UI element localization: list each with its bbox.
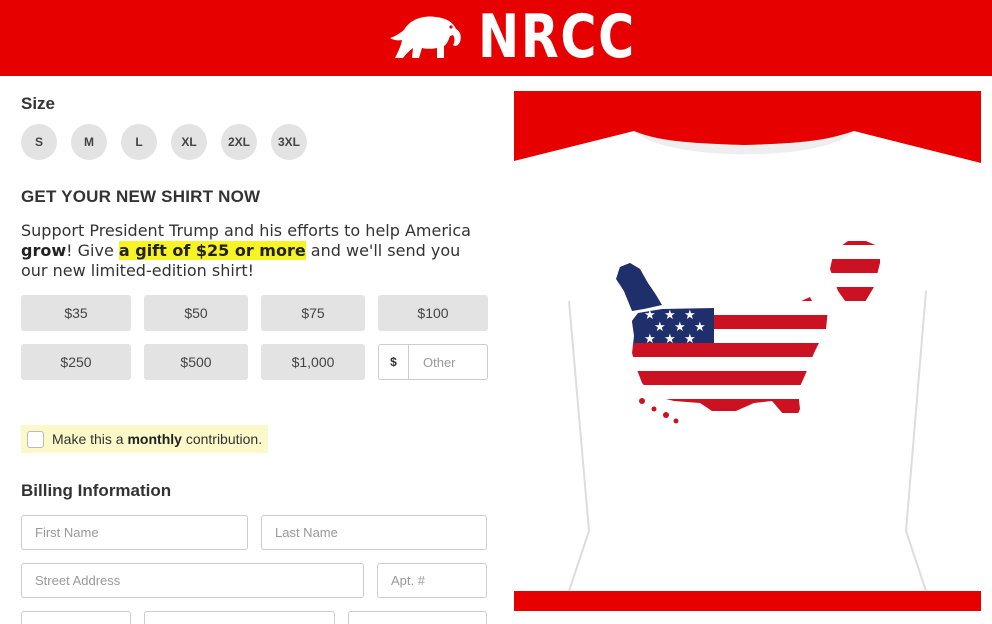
promo-description: Support President Trump and his efforts … [21,221,481,281]
amount-button-1000[interactable]: $1,000 [261,344,365,380]
promo-text-bold: grow [21,241,67,260]
svg-text:★: ★ [694,320,706,335]
size-option-m[interactable]: M [71,124,107,160]
first-name-field[interactable]: First Name [21,515,248,550]
monthly-text-1: Make this a [52,431,128,447]
promo-heading: GET YOUR NEW SHIRT NOW [21,187,261,206]
street-address-placeholder: Street Address [35,573,121,588]
amount-grid: $35 $50 $75 $100 $250 $500 $1,000 $ Othe… [21,295,488,380]
monthly-checkbox[interactable] [27,430,44,448]
logo-text: NRCC [478,2,636,72]
apt-placeholder: Apt. # [391,573,425,588]
last-name-placeholder: Last Name [275,525,338,540]
us-flag-map-tshirt-icon: ★ ★ ★ ★ ★ ★ ★ ★ ★ [514,91,981,611]
promo-highlight: a gift of $25 or more [118,241,306,260]
monthly-text-2: contribution. [181,431,263,447]
amount-button-100[interactable]: $100 [378,295,488,331]
size-option-2xl[interactable]: 2XL [221,124,257,160]
promo-text-2: ! Give [66,241,119,260]
amount-button-35[interactable]: $35 [21,295,131,331]
amount-button-75[interactable]: $75 [261,295,365,331]
donation-form: Size S M L XL 2XL 3XL GET YOUR NEW SHIRT… [21,76,491,624]
other-amount-input[interactable]: $ Other [378,344,488,380]
zip-field[interactable] [21,611,131,624]
street-address-field[interactable]: Street Address [21,563,364,598]
monthly-text-bold: monthly [127,431,182,447]
amount-button-50[interactable]: $50 [144,295,248,331]
size-label: Size [21,94,56,113]
size-option-s[interactable]: S [21,124,57,160]
elephant-icon [390,16,461,58]
state-field[interactable] [348,611,487,624]
monthly-label: Make this a monthly contribution. [52,431,262,447]
apt-field[interactable]: Apt. # [377,563,487,598]
monthly-contribution-option[interactable]: Make this a monthly contribution. [21,425,269,453]
currency-symbol: $ [379,345,409,379]
svg-text:★: ★ [644,332,656,347]
amount-button-250[interactable]: $250 [21,344,131,380]
product-image: ★ ★ ★ ★ ★ ★ ★ ★ ★ [514,91,981,611]
size-option-l[interactable]: L [121,124,157,160]
city-field[interactable] [144,611,335,624]
size-option-3xl[interactable]: 3XL [271,124,307,160]
size-option-xl[interactable]: XL [171,124,207,160]
billing-heading: Billing Information [21,481,172,500]
amount-button-500[interactable]: $500 [144,344,248,380]
svg-text:★: ★ [684,332,696,347]
last-name-field[interactable]: Last Name [261,515,487,550]
nrcc-logo[interactable]: NRCC [388,4,670,70]
size-options: S M L XL 2XL 3XL [21,124,307,160]
promo-text-1: Support President Trump and his efforts … [21,221,471,240]
other-amount-placeholder: Other [423,354,456,370]
first-name-placeholder: First Name [35,525,99,540]
svg-text:★: ★ [664,332,676,347]
site-header: NRCC [0,0,992,76]
